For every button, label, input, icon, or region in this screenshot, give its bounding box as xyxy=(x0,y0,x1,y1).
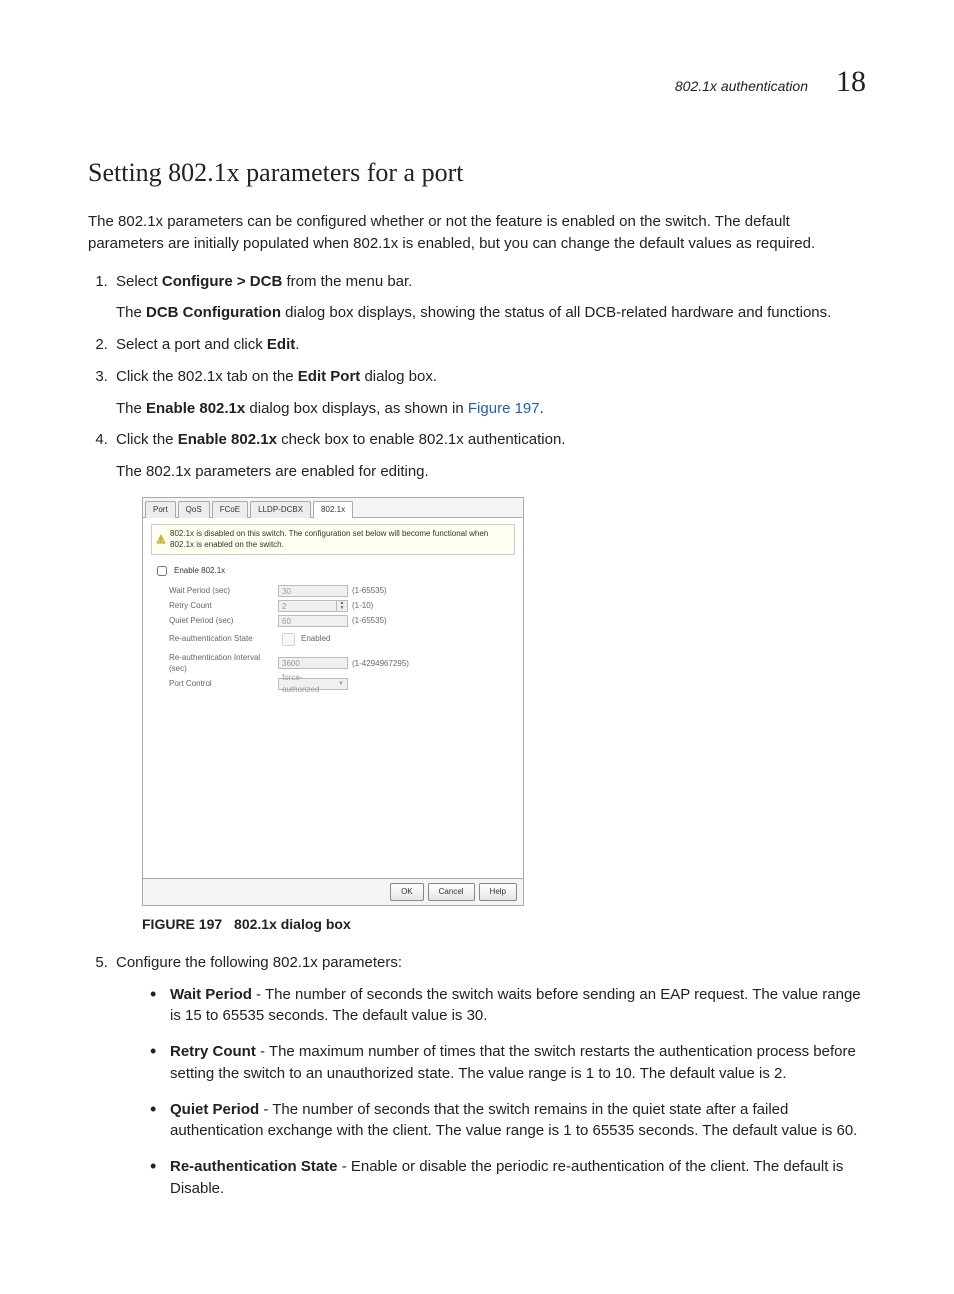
wait-period-range: (1-65535) xyxy=(352,585,432,597)
step-5-text: Configure the following 802.1x parameter… xyxy=(116,954,402,971)
tabstrip: Port QoS FCoE LLDP-DCBX 802.1x xyxy=(143,498,523,518)
bullet-quiet-period: Quiet Period - The number of seconds tha… xyxy=(150,1099,866,1143)
reauth-state-checkbox[interactable] xyxy=(282,633,295,646)
running-header: 802.1x authentication 18 xyxy=(88,60,866,104)
step-3-sub-bold: Enable 802.1x xyxy=(146,400,245,417)
step-1-bold: Configure > DCB xyxy=(162,273,282,290)
tab-fcoe[interactable]: FCoE xyxy=(212,501,248,518)
step-4-text-c: check box to enable 802.1x authenticatio… xyxy=(277,431,566,448)
step-1-text-c: from the menu bar. xyxy=(282,273,412,290)
step-4: Click the Enable 802.1x check box to ena… xyxy=(112,429,866,933)
warning-icon xyxy=(156,534,166,544)
ok-button[interactable]: OK xyxy=(390,883,424,901)
retry-count-range: (1-10) xyxy=(352,600,432,612)
step-4-sub: The 802.1x parameters are enabled for ed… xyxy=(116,461,866,483)
section-name: 802.1x authentication xyxy=(675,76,808,96)
step-1-sub-c: dialog box displays, showing the status … xyxy=(281,304,831,321)
steps-list: Select Configure > DCB from the menu bar… xyxy=(88,271,866,1200)
help-button[interactable]: Help xyxy=(479,883,517,901)
form-grid: Wait Period (sec) 30 (1-65535) Retry Cou… xyxy=(151,585,515,690)
page-title: Setting 802.1x parameters for a port xyxy=(88,154,866,192)
reauth-interval-input[interactable]: 3600 xyxy=(278,657,348,669)
bullet-retry-title: Retry Count xyxy=(170,1043,256,1060)
retry-count-label: Retry Count xyxy=(169,600,274,612)
warning-bar: 802.1x is disabled on this switch. The c… xyxy=(151,524,515,555)
retry-count-spinner[interactable]: 2 ▲▼ xyxy=(278,600,348,612)
dialog-body: 802.1x is disabled on this switch. The c… xyxy=(143,518,523,878)
dialog-spacer xyxy=(151,690,515,870)
bullet-reauth-state: Re-authentication State - Enable or disa… xyxy=(150,1156,866,1200)
step-2-text-c: . xyxy=(295,336,299,353)
quiet-period-input[interactable]: 60 xyxy=(278,615,348,627)
dialog-8021x: Port QoS FCoE LLDP-DCBX 802.1x 802 xyxy=(142,497,524,906)
step-2-bold: Edit xyxy=(267,336,295,353)
bullet-wait-title: Wait Period xyxy=(170,986,252,1003)
wait-period-label: Wait Period (sec) xyxy=(169,585,274,597)
port-control-label: Port Control xyxy=(169,678,274,690)
bullet-list: Wait Period - The number of seconds the … xyxy=(116,984,866,1200)
tab-lldp-dcbx[interactable]: LLDP-DCBX xyxy=(250,501,311,518)
step-1-sub-bold: DCB Configuration xyxy=(146,304,281,321)
step-3-sub-a: The xyxy=(116,400,146,417)
tab-8021x[interactable]: 802.1x xyxy=(313,501,353,518)
enable-8021x-checkbox[interactable] xyxy=(157,566,167,576)
step-3-sub: The Enable 802.1x dialog box displays, a… xyxy=(116,398,866,420)
step-4-text-a: Click the xyxy=(116,431,178,448)
bullet-reauth-title: Re-authentication State xyxy=(170,1158,338,1175)
figure-197: Port QoS FCoE LLDP-DCBX 802.1x 802 xyxy=(142,497,866,906)
step-3-bold: Edit Port xyxy=(298,368,361,385)
step-2-text-a: Select a port and click xyxy=(116,336,267,353)
figure-number: FIGURE 197 xyxy=(142,916,222,932)
step-3-sub-c: dialog box displays, as shown in xyxy=(245,400,468,417)
step-3-text-c: dialog box. xyxy=(360,368,437,385)
bullet-wait-desc: - The number of seconds the switch waits… xyxy=(170,986,861,1025)
figure-caption: FIGURE 197 802.1x dialog box xyxy=(142,914,866,934)
intro-paragraph: The 802.1x parameters can be configured … xyxy=(88,211,866,255)
page: 802.1x authentication 18 Setting 802.1x … xyxy=(0,0,954,1294)
reauth-state-text: Enabled xyxy=(301,633,330,645)
port-control-select[interactable]: force-authorized ▼ xyxy=(278,678,348,690)
step-1-sub-a: The xyxy=(116,304,146,321)
tab-port[interactable]: Port xyxy=(145,501,176,518)
bullet-wait-period: Wait Period - The number of seconds the … xyxy=(150,984,866,1028)
step-2: Select a port and click Edit. xyxy=(112,334,866,356)
cancel-button[interactable]: Cancel xyxy=(428,883,475,901)
enable-row: Enable 802.1x xyxy=(151,561,515,585)
retry-count-value: 2 xyxy=(278,600,336,612)
wait-period-input[interactable]: 30 xyxy=(278,585,348,597)
enable-8021x-label: Enable 802.1x xyxy=(174,565,225,577)
reauth-state-field: Enabled xyxy=(278,630,348,649)
port-control-value: force-authorized xyxy=(282,672,338,696)
step-5: Configure the following 802.1x parameter… xyxy=(112,952,866,1200)
tab-qos[interactable]: QoS xyxy=(178,501,210,518)
step-1-sub: The DCB Configuration dialog box display… xyxy=(116,302,866,324)
chapter-number: 18 xyxy=(836,60,866,104)
step-4-bold: Enable 802.1x xyxy=(178,431,277,448)
step-3: Click the 802.1x tab on the Edit Port di… xyxy=(112,366,866,420)
quiet-period-label: Quiet Period (sec) xyxy=(169,615,274,627)
bullet-quiet-desc: - The number of seconds that the switch … xyxy=(170,1101,857,1140)
figure-title: 802.1x dialog box xyxy=(234,916,351,932)
bullet-quiet-title: Quiet Period xyxy=(170,1101,259,1118)
reauth-interval-label: Re-authentication Interval (sec) xyxy=(169,652,274,675)
chevron-down-icon: ▼ xyxy=(338,678,344,690)
bullet-retry-count: Retry Count - The maximum number of time… xyxy=(150,1041,866,1085)
reauth-interval-range: (1-4294967295) xyxy=(352,658,432,670)
dialog-footer: OK Cancel Help xyxy=(143,878,523,905)
step-1: Select Configure > DCB from the menu bar… xyxy=(112,271,866,325)
quiet-period-range: (1-65535) xyxy=(352,615,432,627)
bullet-retry-desc: - The maximum number of times that the s… xyxy=(170,1043,856,1082)
content: The 802.1x parameters can be configured … xyxy=(88,211,866,1199)
spinner-buttons[interactable]: ▲▼ xyxy=(336,600,348,612)
warning-text: 802.1x is disabled on this switch. The c… xyxy=(170,528,510,551)
reauth-state-label: Re-authentication State xyxy=(169,633,274,645)
figure-link[interactable]: Figure 197 xyxy=(468,400,540,417)
step-3-sub-d: . xyxy=(540,400,544,417)
step-3-text-a: Click the 802.1x tab on the xyxy=(116,368,298,385)
step-1-text-a: Select xyxy=(116,273,162,290)
